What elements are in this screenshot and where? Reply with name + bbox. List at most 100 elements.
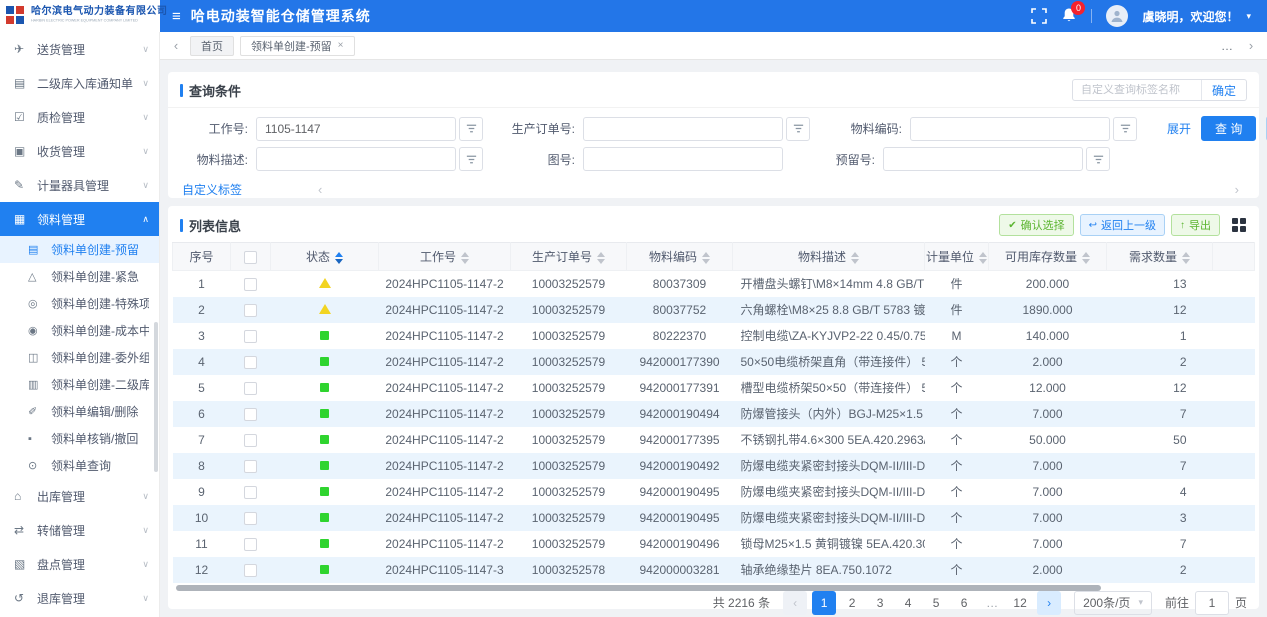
material-desc-input[interactable]	[256, 147, 456, 171]
col-header-order_no[interactable]: 生产订单号	[511, 243, 627, 271]
page-button[interactable]: 3	[868, 591, 892, 615]
table-row[interactable]: 92024HPC1105-1147-2100032525799420001904…	[173, 479, 1255, 505]
fullscreen-icon[interactable]	[1031, 8, 1047, 24]
col-header-material_code[interactable]: 物料编码	[627, 243, 733, 271]
goto-page-input[interactable]	[1195, 591, 1229, 615]
sidebar-subitem-urgent[interactable]: △领料单创建-紧急	[0, 263, 159, 290]
work-no-input[interactable]	[256, 117, 456, 141]
column-settings-icon[interactable]	[1232, 218, 1247, 233]
prev-page-button[interactable]: ‹	[783, 591, 807, 615]
sidebar-item-delivery[interactable]: ✈送货管理∨	[0, 32, 159, 66]
next-page-button[interactable]: ›	[1037, 591, 1061, 615]
col-header-stock_qty[interactable]: 可用库存数量	[989, 243, 1107, 271]
table-row[interactable]: 22024HPC1105-1147-21000325257980037752六角…	[173, 297, 1255, 323]
row-checkbox[interactable]	[244, 356, 257, 369]
production-order-no-input[interactable]	[583, 117, 783, 141]
row-checkbox[interactable]	[244, 564, 257, 577]
table-row[interactable]: 72024HPC1105-1147-2100032525799420001773…	[173, 427, 1255, 453]
page-button[interactable]: 1	[812, 591, 836, 615]
row-checkbox[interactable]	[244, 486, 257, 499]
sort-icon[interactable]	[851, 252, 859, 264]
table-row[interactable]: 52024HPC1105-1147-2100032525799420001773…	[173, 375, 1255, 401]
sort-icon[interactable]	[702, 252, 710, 264]
filter-icon[interactable]	[786, 117, 810, 141]
avatar[interactable]	[1106, 5, 1128, 27]
sidebar-subitem-special[interactable]: ◎领料单创建-特殊项目	[0, 290, 159, 317]
row-checkbox[interactable]	[244, 382, 257, 395]
sidebar-item-stocktake[interactable]: ▧盘点管理∨	[0, 547, 159, 581]
tag-confirm-button[interactable]: 确定	[1201, 80, 1246, 100]
user-menu-caret-icon[interactable]: ▾	[1246, 11, 1251, 22]
sidebar-subitem-writeoff[interactable]: ▪领料单核销/撤回	[0, 425, 159, 452]
row-checkbox[interactable]	[244, 512, 257, 525]
sidebar-subitem-outsource[interactable]: ◫领料单创建-委外组件	[0, 344, 159, 371]
page-button[interactable]: 4	[896, 591, 920, 615]
filter-icon[interactable]	[1086, 147, 1110, 171]
custom-tag-name-input[interactable]	[1073, 84, 1201, 96]
table-row[interactable]: 112024HPC1105-1147-210003252579942000190…	[173, 531, 1255, 557]
confirm-select-button[interactable]: ✔ 确认选择	[999, 214, 1073, 236]
filter-icon[interactable]	[459, 147, 483, 171]
search-button[interactable]: 查 询	[1201, 116, 1256, 141]
export-button[interactable]: ↑ 导出	[1171, 214, 1220, 236]
collapse-menu-icon[interactable]: ≡	[172, 9, 181, 24]
drawing-no-input[interactable]	[583, 147, 783, 171]
sidebar-scrollbar[interactable]	[154, 322, 158, 472]
page-button[interactable]: 5	[924, 591, 948, 615]
filter-icon[interactable]	[1113, 117, 1137, 141]
row-checkbox[interactable]	[244, 330, 257, 343]
row-checkbox[interactable]	[244, 278, 257, 291]
reserve-no-input[interactable]	[883, 147, 1083, 171]
select-all-checkbox[interactable]	[244, 251, 257, 264]
col-header-unit[interactable]: 计量单位	[925, 243, 989, 271]
sort-icon[interactable]	[979, 252, 987, 264]
sidebar-subitem-edit[interactable]: ✐领料单编辑/删除	[0, 398, 159, 425]
col-header-status[interactable]: 状态	[271, 243, 379, 271]
row-checkbox[interactable]	[244, 304, 257, 317]
tabs-back-icon[interactable]: ‹	[168, 38, 184, 53]
sidebar-item-outbound[interactable]: ⌂出库管理∨	[0, 479, 159, 513]
sidebar-item-material[interactable]: ▦领料管理∧	[0, 202, 159, 236]
table-row[interactable]: 32024HPC1105-1147-21000325257980222370控制…	[173, 323, 1255, 349]
sidebar-item-return[interactable]: ↺退库管理∨	[0, 581, 159, 615]
page-button[interactable]: 2	[840, 591, 864, 615]
sidebar-subitem-cost[interactable]: ◉领料单创建-成本中心	[0, 317, 159, 344]
tags-scroll-left-icon[interactable]: ‹	[318, 182, 322, 197]
sort-icon[interactable]	[597, 252, 605, 264]
tags-scroll-right-icon[interactable]: ›	[1235, 182, 1239, 197]
sidebar-subitem-reserve[interactable]: ▤领料单创建-预留	[0, 236, 159, 263]
sort-icon[interactable]	[335, 252, 343, 264]
row-checkbox[interactable]	[244, 408, 257, 421]
col-header-demand_qty[interactable]: 需求数量	[1107, 243, 1213, 271]
row-checkbox[interactable]	[244, 434, 257, 447]
sort-icon[interactable]	[1082, 252, 1090, 264]
sidebar-item-notice[interactable]: ▤二级库入库通知单∨	[0, 66, 159, 100]
sidebar-subitem-secondary[interactable]: ▥领料单创建-二级库	[0, 371, 159, 398]
user-greeting[interactable]: 虞晓明，欢迎您！	[1142, 8, 1238, 25]
expand-button[interactable]: 展开	[1167, 120, 1191, 137]
tabs-more-icon[interactable]: …	[1221, 39, 1233, 53]
sidebar-item-measure[interactable]: ✎计量器具管理∨	[0, 168, 159, 202]
table-row[interactable]: 62024HPC1105-1147-2100032525799420001904…	[173, 401, 1255, 427]
notifications-bell[interactable]: 0	[1061, 7, 1077, 26]
vertical-scrollbar[interactable]	[1250, 278, 1256, 578]
page-size-select[interactable]: 200条/页 ▾	[1074, 591, 1152, 615]
back-level-button[interactable]: ↩ 返回上一级	[1080, 214, 1165, 236]
page-button[interactable]: 6	[952, 591, 976, 615]
material-code-input[interactable]	[910, 117, 1110, 141]
table-row[interactable]: 82024HPC1105-1147-2100032525799420001904…	[173, 453, 1255, 479]
tabs-forward-icon[interactable]: ›	[1243, 38, 1259, 53]
table-row[interactable]: 42024HPC1105-1147-2100032525799420001773…	[173, 349, 1255, 375]
sidebar-subitem-query[interactable]: ⊙领料单查询	[0, 452, 159, 479]
page-button[interactable]: 12	[1008, 591, 1032, 615]
close-icon[interactable]: ×	[338, 40, 344, 51]
tab-material-request-reserve[interactable]: 领料单创建-预留 ×	[240, 36, 355, 56]
col-header-work_no[interactable]: 工作号	[379, 243, 511, 271]
col-header-description[interactable]: 物料描述	[733, 243, 925, 271]
table-row[interactable]: 122024HPC1105-1147-310003252578942000003…	[173, 557, 1255, 583]
custom-tag-link[interactable]: 自定义标签	[182, 181, 242, 198]
sidebar-item-receive[interactable]: ▣收货管理∨	[0, 134, 159, 168]
sort-icon[interactable]	[461, 252, 469, 264]
table-row[interactable]: 102024HPC1105-1147-210003252579942000190…	[173, 505, 1255, 531]
row-checkbox[interactable]	[244, 538, 257, 551]
